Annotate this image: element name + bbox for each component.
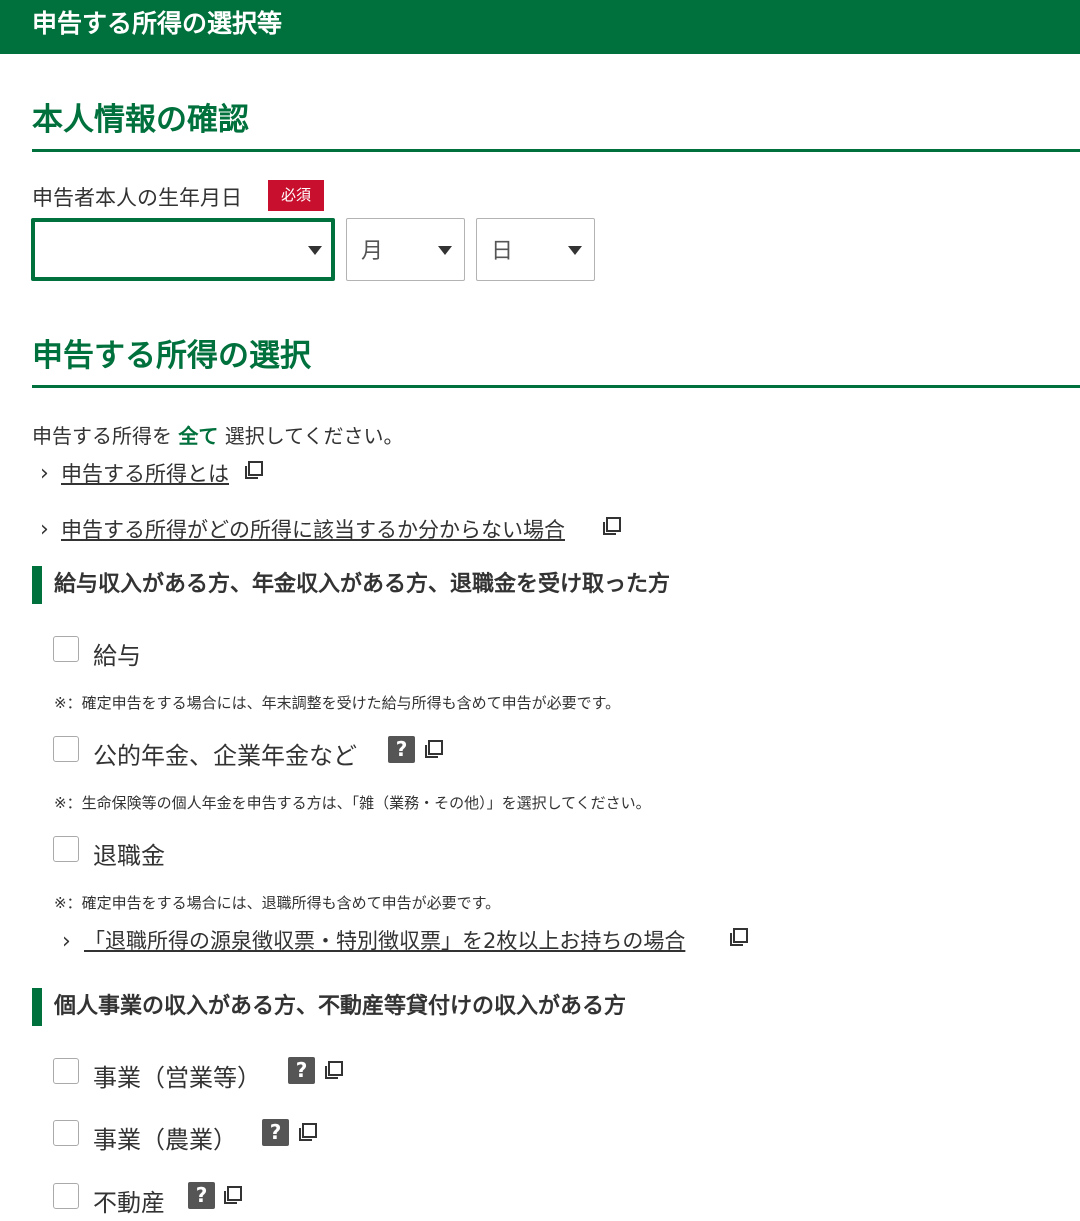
group-heading-salary: 給与収入がある方、年金収入がある方、退職金を受け取った方 [32, 566, 670, 604]
instruction-emphasis: 全て [178, 424, 219, 448]
checkbox-salary[interactable] [53, 636, 79, 662]
note-salary: ※：確定申告をする場合には、年末調整を受けた給与所得も含めて申告が必要です。 [54, 694, 621, 712]
external-link-icon[interactable] [603, 517, 621, 535]
checkbox-pension[interactable] [53, 736, 79, 762]
section-title-personal: 本人情報の確認 [32, 94, 1080, 152]
section-title-income: 申告する所得の選択 [32, 330, 1080, 388]
checkbox-label-retirement[interactable]: 退職金 [93, 836, 165, 871]
birth-day-value: 日 [491, 239, 514, 264]
note-pension: ※：生命保険等の個人年金を申告する方は、「雑（業務・その他）」を選択してください… [54, 794, 651, 812]
external-link-icon[interactable] [245, 461, 263, 479]
link-what-is-income[interactable]: 申告する所得とは [61, 458, 229, 488]
birth-month-value: 月 [361, 239, 384, 264]
help-icon[interactable]: ? [388, 736, 415, 763]
external-link-icon[interactable] [325, 1061, 343, 1079]
instruction-after: 選択してください。 [224, 424, 404, 448]
checkbox-label-salary[interactable]: 給与 [93, 636, 141, 671]
external-link-icon[interactable] [730, 928, 748, 946]
instruction-before: 申告する所得を [32, 424, 172, 448]
note-retirement: ※：確定申告をする場合には、退職所得も含めて申告が必要です。 [54, 894, 501, 912]
chevron-right-icon: › [40, 461, 49, 486]
help-icon[interactable]: ? [188, 1182, 215, 1209]
group-heading-business: 個人事業の収入がある方、不動産等貸付けの収入がある方 [32, 988, 626, 1026]
external-link-icon[interactable] [224, 1186, 242, 1204]
birth-year-select[interactable] [31, 218, 335, 281]
checkbox-label-business[interactable]: 事業（営業等） [93, 1058, 261, 1093]
instruction-text: 申告する所得を 全て 選択してください。 [32, 420, 404, 449]
help-icon[interactable]: ? [262, 1119, 289, 1146]
link-unknown-income[interactable]: 申告する所得がどの所得に該当するか分からない場合 [61, 514, 565, 544]
chevron-down-icon [308, 246, 322, 255]
external-link-icon[interactable] [299, 1123, 317, 1141]
chevron-right-icon: › [40, 517, 49, 542]
external-link-icon[interactable] [425, 740, 443, 758]
chevron-down-icon [568, 246, 582, 255]
page-header: 申告する所得の選択等 [0, 0, 1080, 54]
birth-day-select[interactable]: 日 [476, 218, 595, 281]
checkbox-business[interactable] [53, 1058, 79, 1084]
chevron-right-icon: › [62, 929, 71, 954]
help-icon[interactable]: ? [288, 1057, 315, 1084]
birth-month-select[interactable]: 月 [346, 218, 465, 281]
chevron-down-icon [438, 246, 452, 255]
checkbox-label-agriculture[interactable]: 事業（農業） [93, 1120, 237, 1155]
checkbox-label-real-estate[interactable]: 不動産 [93, 1183, 165, 1218]
birthdate-label: 申告者本人の生年月日 [32, 186, 242, 210]
checkbox-real-estate[interactable] [53, 1183, 79, 1209]
checkbox-label-pension[interactable]: 公的年金、企業年金など [93, 736, 357, 771]
checkbox-retirement[interactable] [53, 836, 79, 862]
link-retirement-multiple[interactable]: 「退職所得の源泉徴収票・特別徴収票」を2枚以上お持ちの場合 [84, 925, 685, 955]
required-badge: 必須 [268, 180, 324, 211]
checkbox-agriculture[interactable] [53, 1120, 79, 1146]
page-header-title: 申告する所得の選択等 [32, 9, 283, 38]
